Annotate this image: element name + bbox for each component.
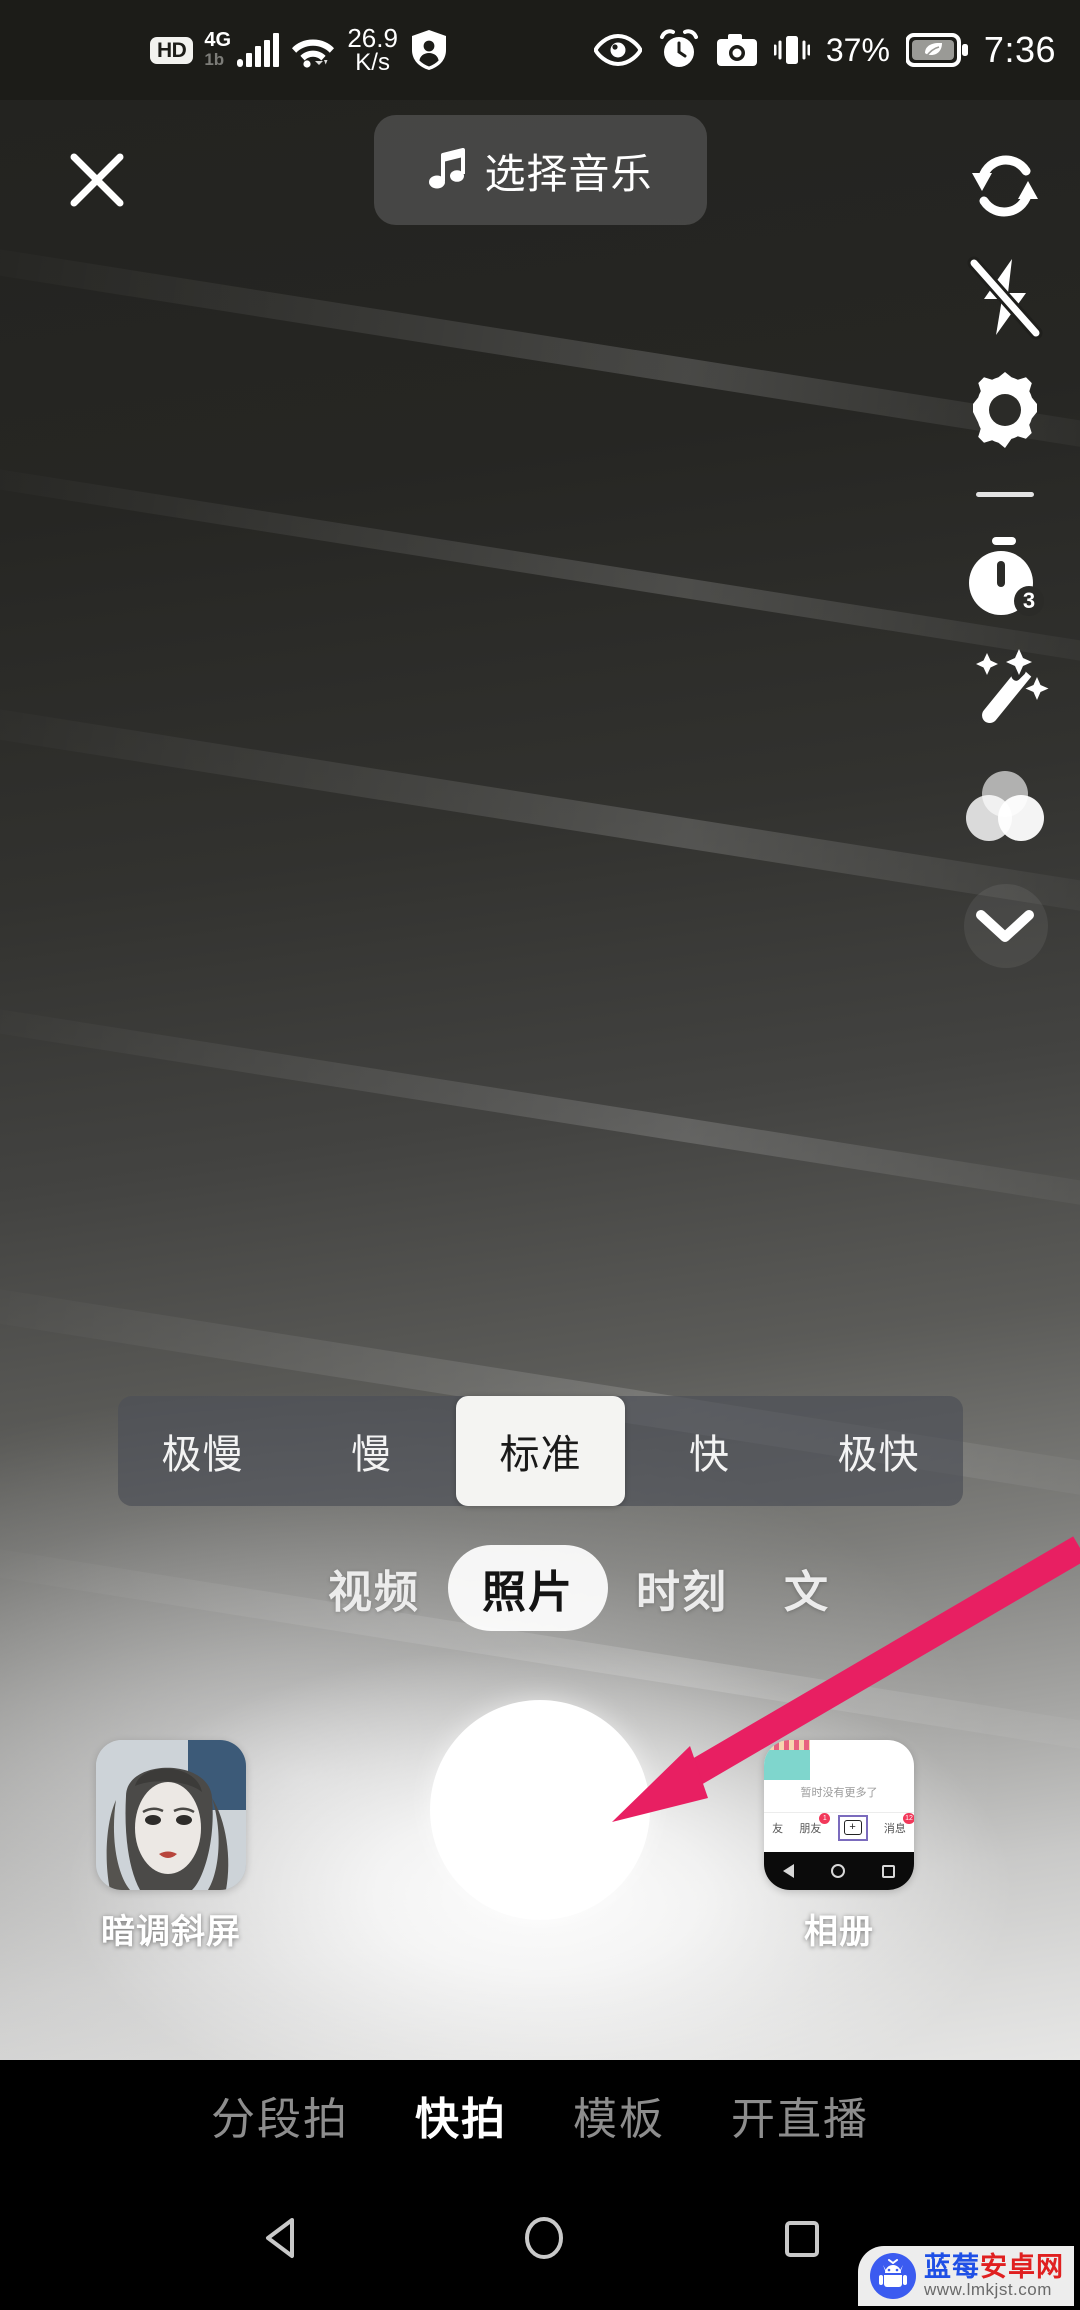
speed-option-4[interactable]: 极快 bbox=[794, 1396, 963, 1506]
network-type-text: 4G bbox=[204, 29, 232, 51]
effect-tile[interactable]: 暗调斜屏 bbox=[96, 1740, 256, 1970]
filters-button[interactable] bbox=[930, 746, 1080, 866]
camera-icon bbox=[716, 33, 758, 67]
album-label: 相册 bbox=[804, 1913, 874, 1951]
mode-tab-text[interactable]: 文 bbox=[756, 1545, 858, 1631]
recents-square-icon bbox=[785, 2220, 819, 2257]
capture-mode-tabs[interactable]: 视频 照片 时刻 文 bbox=[0, 1538, 1080, 1638]
shield-person-icon bbox=[409, 28, 449, 72]
status-bar: HD 4G 1b 26.9 K/s 37% 7:36 bbox=[0, 0, 1080, 100]
speed-option-2[interactable]: 标准 bbox=[456, 1396, 625, 1506]
speed-option-1[interactable]: 慢 bbox=[287, 1396, 456, 1506]
android-back-button[interactable] bbox=[254, 2210, 310, 2271]
music-note-icon bbox=[428, 148, 465, 189]
watermark-url: www.lmkjst.com bbox=[924, 2280, 1052, 2300]
bottom-capture-nav[interactable]: 分段拍 快拍 模板 开直播 bbox=[0, 2060, 1080, 2170]
phone-screen: HD 4G 1b 26.9 K/s 37% 7:36 选择音乐 3 极慢 慢 标… bbox=[0, 0, 1080, 2310]
back-triangle-icon bbox=[266, 2217, 294, 2258]
flip-camera-icon bbox=[972, 155, 1038, 217]
timer-icon: 3 bbox=[969, 537, 1044, 616]
album-thumb-nav-messages: 消息 12 bbox=[883, 1812, 914, 1836]
battery-percent-label: 37% bbox=[825, 31, 890, 68]
watermark-cn-suffix: 安卓网 bbox=[980, 2251, 1064, 2282]
clock-time: 7:36 bbox=[983, 29, 1056, 70]
watermark-site-name: 蓝莓安卓网 bbox=[924, 2253, 1064, 2281]
android-robot-logo bbox=[870, 2252, 916, 2299]
svg-text:3: 3 bbox=[1023, 588, 1035, 613]
status-bar-right: 37% 7:36 bbox=[593, 0, 1056, 100]
select-music-label: 选择音乐 bbox=[484, 151, 653, 197]
data-speed-value: 26.9 bbox=[347, 22, 398, 53]
rail-divider bbox=[930, 466, 1080, 522]
close-button[interactable] bbox=[52, 135, 142, 225]
album-thumb-nav-friends: 朋友 1 bbox=[799, 1812, 831, 1836]
mode-tab-photo[interactable]: 照片 bbox=[448, 1545, 608, 1631]
album-thumb-corner-art bbox=[764, 1740, 810, 1780]
album-thumb-plus-label: + bbox=[843, 1820, 862, 1835]
watermark-texts: 蓝莓安卓网 www.lmkjst.com bbox=[924, 2253, 1064, 2299]
camera-tool-rail: 3 bbox=[930, 130, 1080, 986]
album-thumb-nav-left: 友 bbox=[772, 1822, 784, 1835]
shutter-button[interactable] bbox=[430, 1700, 650, 1920]
site-watermark: 蓝莓安卓网 www.lmkjst.com bbox=[858, 2245, 1074, 2306]
status-bar-left: HD 4G 1b 26.9 K/s bbox=[150, 0, 449, 100]
network-sub-text: 1b bbox=[204, 50, 225, 69]
beauty-effects-button[interactable] bbox=[930, 634, 1080, 746]
mode-tab-moment[interactable]: 时刻 bbox=[608, 1545, 756, 1631]
collapse-rail-button[interactable] bbox=[930, 866, 1080, 986]
bottom-nav-template[interactable]: 模板 bbox=[573, 2083, 665, 2147]
eye-icon bbox=[593, 33, 642, 67]
bottom-nav-segment[interactable]: 分段拍 bbox=[211, 2083, 349, 2147]
home-circle-icon bbox=[525, 2216, 563, 2259]
magic-wand-icon bbox=[976, 649, 1049, 724]
gear-icon bbox=[973, 372, 1037, 448]
watermark-cn-prefix: 蓝莓 bbox=[924, 2251, 980, 2282]
speed-option-0[interactable]: 极慢 bbox=[118, 1396, 287, 1506]
flash-off-icon bbox=[967, 256, 1043, 340]
speed-option-3[interactable]: 快 bbox=[625, 1396, 794, 1506]
album-thumb-sysbar bbox=[764, 1852, 914, 1890]
close-icon bbox=[70, 153, 124, 207]
mode-tab-video[interactable]: 视频 bbox=[300, 1545, 448, 1631]
album-tile[interactable]: 暂时没有更多了 友 朋友 1 + 消息 12 相册 bbox=[764, 1740, 924, 1970]
alarm-clock-icon bbox=[658, 29, 700, 71]
hd-badge: HD bbox=[150, 36, 194, 64]
album-thumb-back-icon bbox=[782, 1864, 794, 1878]
settings-button[interactable] bbox=[930, 354, 1080, 466]
album-thumb-navrow: 友 朋友 1 + 消息 12 bbox=[764, 1812, 914, 1842]
network-type-label: 4G 1b bbox=[204, 28, 232, 72]
effect-label: 暗调斜屏 bbox=[101, 1913, 241, 1951]
battery-eco-icon bbox=[905, 33, 968, 67]
android-home-button[interactable] bbox=[518, 2212, 570, 2269]
flip-camera-button[interactable] bbox=[930, 130, 1080, 242]
countdown-timer-button[interactable]: 3 bbox=[930, 522, 1080, 634]
data-speed-icon: 26.9 K/s bbox=[347, 22, 398, 77]
signal-bars-icon bbox=[237, 33, 280, 67]
wifi-icon bbox=[290, 31, 336, 69]
effect-preview-thumbnail[interactable] bbox=[96, 1740, 246, 1890]
speed-selector[interactable]: 极慢 慢 标准 快 极快 bbox=[118, 1396, 963, 1506]
flash-off-button[interactable] bbox=[930, 242, 1080, 354]
album-thumb-empty-text: 暂时没有更多了 bbox=[800, 1787, 878, 1799]
bottom-nav-quick[interactable]: 快拍 bbox=[415, 2083, 507, 2147]
bottom-nav-live[interactable]: 开直播 bbox=[731, 2083, 869, 2147]
album-thumb-messages-badge: 12 bbox=[903, 1812, 914, 1824]
album-thumb-nav-messages-label: 消息 bbox=[883, 1822, 906, 1835]
album-thumb-recents-icon bbox=[882, 1864, 896, 1878]
chevron-down-icon bbox=[976, 910, 1034, 942]
select-music-button[interactable]: 选择音乐 bbox=[374, 115, 707, 225]
android-recents-button[interactable] bbox=[778, 2214, 826, 2267]
vibrate-icon bbox=[773, 33, 810, 67]
album-thumb-home-icon bbox=[830, 1864, 845, 1878]
data-speed-unit: K/s bbox=[355, 49, 390, 77]
album-thumb-friends-badge: 1 bbox=[819, 1812, 831, 1824]
filter-circles-icon bbox=[966, 771, 1044, 841]
album-thumb-plus-button: + bbox=[837, 1814, 868, 1841]
album-thumb-nav-friends-label: 朋友 bbox=[799, 1822, 822, 1835]
album-preview-thumbnail[interactable]: 暂时没有更多了 友 朋友 1 + 消息 12 bbox=[764, 1740, 914, 1890]
